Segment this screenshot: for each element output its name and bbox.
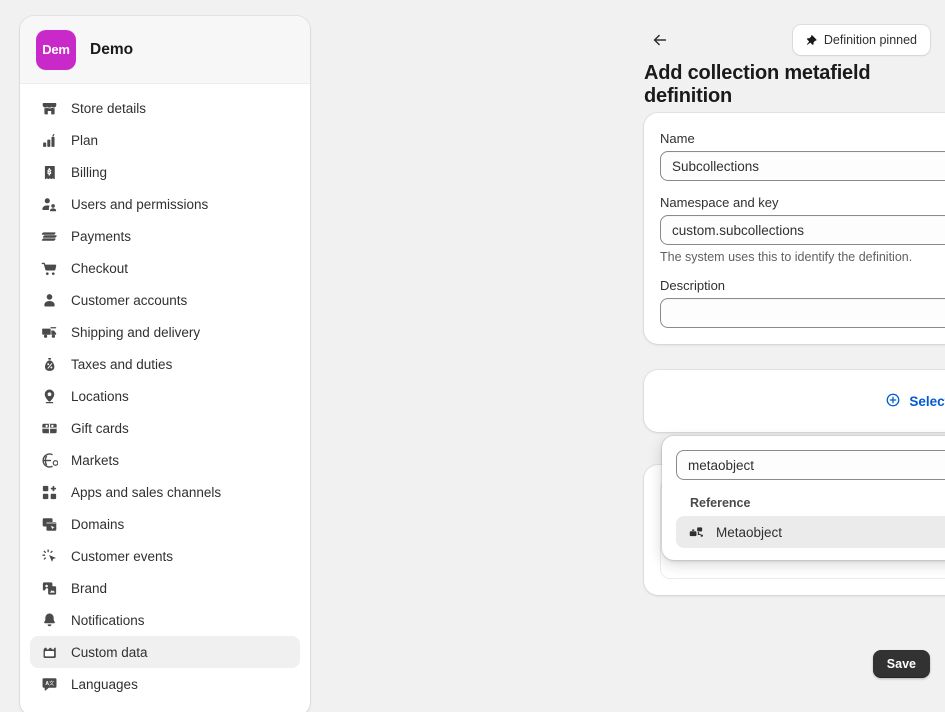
avatar: Dem xyxy=(36,30,76,70)
namespace-input[interactable]: custom.subcollections xyxy=(660,215,945,245)
taxes-icon xyxy=(40,355,58,373)
namespace-input-value: custom.subcollections xyxy=(672,223,804,238)
languages-icon: A文 xyxy=(40,675,58,693)
name-input-value: Subcollections xyxy=(672,159,759,174)
payments-icon xyxy=(40,227,58,245)
back-button[interactable] xyxy=(648,28,672,52)
page-title: Add collection metafield definition xyxy=(644,62,945,108)
namespace-field-group: Namespace and key custom.subcollections … xyxy=(660,195,945,264)
store-name: Demo xyxy=(90,41,133,59)
select-type-card: Select type xyxy=(644,370,945,432)
billing-icon xyxy=(40,163,58,181)
namespace-label: Namespace and key xyxy=(660,195,945,210)
type-search-value: metaobject xyxy=(688,458,754,473)
sidebar-item-custom-data[interactable]: Custom data xyxy=(30,636,300,668)
sidebar-item-label: Users and permissions xyxy=(71,197,208,212)
sidebar-item-customer-events[interactable]: Customer events xyxy=(30,540,300,572)
select-type-button[interactable]: Select type xyxy=(885,392,945,411)
metaobject-icon xyxy=(688,524,704,540)
sidebar-item-notifications[interactable]: Notifications xyxy=(30,604,300,636)
pin-icon xyxy=(804,34,817,47)
metafield-form-card: Name Subcollections Namespace and key cu… xyxy=(644,113,945,344)
definition-pinned-button[interactable]: Definition pinned xyxy=(793,25,930,55)
sidebar-item-taxes-and-duties[interactable]: Taxes and duties xyxy=(30,348,300,380)
name-field-group: Name Subcollections xyxy=(660,131,945,181)
sidebar-item-label: Locations xyxy=(71,389,129,404)
gift-card-icon xyxy=(40,419,58,437)
sidebar-item-brand[interactable]: Brand xyxy=(30,572,300,604)
sidebar-item-store-details[interactable]: Store details xyxy=(30,92,300,124)
truck-icon xyxy=(40,323,58,341)
sidebar-item-label: Markets xyxy=(71,453,119,468)
sidebar-item-label: Custom data xyxy=(71,645,148,660)
sidebar-item-label: Billing xyxy=(71,165,107,180)
name-label: Name xyxy=(660,131,945,146)
select-type-label: Select type xyxy=(909,394,945,409)
save-button[interactable]: Save xyxy=(873,650,930,678)
sidebar-item-label: Customer events xyxy=(71,549,173,564)
globe-icon xyxy=(40,451,58,469)
description-field-group: Description 0/100 xyxy=(660,278,945,328)
sidebar-item-locations[interactable]: Locations xyxy=(30,380,300,412)
sidebar-item-plan[interactable]: Plan xyxy=(30,124,300,156)
sidebar-item-shipping-and-delivery[interactable]: Shipping and delivery xyxy=(30,316,300,348)
sidebar-item-label: Plan xyxy=(71,133,98,148)
description-input[interactable]: 0/100 xyxy=(660,298,945,328)
sidebar-item-checkout[interactable]: Checkout xyxy=(30,252,300,284)
definition-pinned-label: Definition pinned xyxy=(824,33,917,47)
apps-icon xyxy=(40,483,58,501)
sidebar-item-users-and-permissions[interactable]: Users and permissions xyxy=(30,188,300,220)
namespace-help-text: The system uses this to identify the def… xyxy=(660,250,945,264)
bell-icon xyxy=(40,611,58,629)
location-pin-icon xyxy=(40,387,58,405)
description-label: Description xyxy=(660,278,945,293)
settings-sidebar: Dem Demo Store details Plan Billing Users a… xyxy=(20,16,310,712)
store-header[interactable]: Dem Demo xyxy=(20,16,310,84)
sidebar-item-label: Gift cards xyxy=(71,421,129,436)
users-icon xyxy=(40,195,58,213)
sidebar-item-label: Notifications xyxy=(71,613,145,628)
sidebar-item-label: Store details xyxy=(71,101,146,116)
name-input[interactable]: Subcollections xyxy=(660,151,945,181)
sidebar-item-label: Domains xyxy=(71,517,124,532)
type-option-metaobject[interactable]: Metaobject xyxy=(676,516,945,548)
type-option-label: Metaobject xyxy=(716,525,782,540)
sidebar-item-domains[interactable]: Domains xyxy=(30,508,300,540)
sidebar-item-label: Payments xyxy=(71,229,131,244)
sidebar-item-label: Languages xyxy=(71,677,138,692)
store-icon xyxy=(40,99,58,117)
sidebar-item-billing[interactable]: Billing xyxy=(30,156,300,188)
sidebar-nav: Store details Plan Billing Users and permis… xyxy=(20,84,310,700)
customer-events-icon xyxy=(40,547,58,565)
sidebar-item-label: Shipping and delivery xyxy=(71,325,200,340)
sidebar-item-apps-and-sales-channels[interactable]: Apps and sales channels xyxy=(30,476,300,508)
plan-icon xyxy=(40,131,58,149)
type-picker-popup: metaobject Reference Metaobject xyxy=(662,436,945,560)
sidebar-item-languages[interactable]: A文 Languages xyxy=(30,668,300,700)
circle-plus-icon xyxy=(885,392,901,411)
person-icon xyxy=(40,291,58,309)
domains-icon xyxy=(40,515,58,533)
sidebar-item-label: Brand xyxy=(71,581,107,596)
main-content: Definition pinned Add collection metafie… xyxy=(310,0,945,712)
sidebar-item-gift-cards[interactable]: Gift cards xyxy=(30,412,300,444)
sidebar-item-label: Taxes and duties xyxy=(71,357,172,372)
sidebar-item-markets[interactable]: Markets xyxy=(30,444,300,476)
sidebar-item-payments[interactable]: Payments xyxy=(30,220,300,252)
avatar-initials: Dem xyxy=(42,42,70,57)
sidebar-item-label: Checkout xyxy=(71,261,128,276)
sidebar-item-customer-accounts[interactable]: Customer accounts xyxy=(30,284,300,316)
type-search-input[interactable]: metaobject xyxy=(676,450,945,480)
brand-icon xyxy=(40,579,58,597)
sidebar-item-label: Apps and sales channels xyxy=(71,485,221,500)
app-root: Dem Demo Store details Plan Billing Users a… xyxy=(0,0,945,712)
svg-text:文: 文 xyxy=(49,680,54,687)
sidebar-item-label: Customer accounts xyxy=(71,293,187,308)
type-group-label: Reference xyxy=(690,496,945,510)
custom-data-icon xyxy=(40,643,58,661)
cart-icon xyxy=(40,259,58,277)
